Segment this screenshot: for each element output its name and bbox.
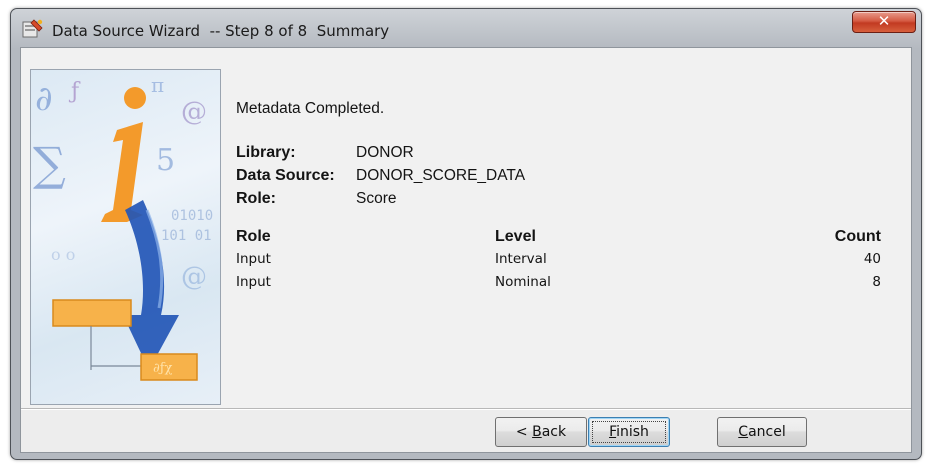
svg-text:π: π bbox=[151, 73, 164, 97]
svg-text:01010: 01010 bbox=[171, 208, 213, 224]
wizard-window: Data Source Wizard -- Step 8 of 8 Summar… bbox=[10, 8, 922, 460]
library-label: Library: bbox=[236, 144, 296, 161]
svg-text:@: @ bbox=[181, 97, 207, 127]
svg-text:@: @ bbox=[181, 262, 207, 292]
role-label: Role: bbox=[236, 190, 276, 207]
wizard-client-area: ∂ ƒ π @ ∑ 5 01010 101 01 @ o o ∂ƒχ Metad… bbox=[20, 47, 912, 453]
row-role: Input bbox=[236, 251, 271, 267]
cancel-button-mnemonic: C bbox=[738, 424, 749, 440]
svg-text:ƒ: ƒ bbox=[68, 79, 81, 104]
cancel-button-label: ancel bbox=[748, 424, 786, 440]
back-button-mnemonic: B bbox=[532, 424, 542, 440]
svg-text:∑: ∑ bbox=[33, 137, 66, 191]
role-value: Score bbox=[356, 190, 397, 207]
info-arrow-illustration: ∂ ƒ π @ ∑ 5 01010 101 01 @ o o ∂ƒχ bbox=[30, 69, 221, 405]
svg-text:∂: ∂ bbox=[35, 79, 53, 119]
back-button-prefix: < bbox=[515, 424, 533, 440]
data-source-value: DONOR_SCORE_DATA bbox=[356, 167, 526, 184]
summary-panel: ∂ ƒ π @ ∑ 5 01010 101 01 @ o o ∂ƒχ Metad… bbox=[21, 48, 911, 408]
svg-text:o o: o o bbox=[51, 245, 75, 264]
finish-button-label: inish bbox=[616, 424, 649, 440]
back-button-label: ack bbox=[541, 424, 567, 440]
row-count: 8 bbox=[872, 274, 881, 290]
info-arrow-graphic: ∂ ƒ π @ ∑ 5 01010 101 01 @ o o ∂ƒχ bbox=[33, 73, 213, 381]
row-role: Input bbox=[236, 274, 271, 290]
close-button[interactable]: ✕ bbox=[852, 11, 916, 33]
svg-text:101 01: 101 01 bbox=[161, 228, 212, 244]
button-bar: < Back Finish Cancel bbox=[21, 410, 911, 452]
data-source-label: Data Source: bbox=[236, 167, 335, 184]
status-message: Metadata Completed. bbox=[236, 100, 385, 117]
library-value: DONOR bbox=[356, 144, 414, 161]
column-header-role: Role bbox=[236, 228, 271, 245]
svg-text:∂ƒχ: ∂ƒχ bbox=[153, 361, 173, 376]
svg-text:5: 5 bbox=[156, 143, 175, 178]
title-bar[interactable]: Data Source Wizard -- Step 8 of 8 Summar… bbox=[11, 9, 921, 45]
window-title: Data Source Wizard -- Step 8 of 8 Summar… bbox=[52, 22, 390, 40]
row-level: Interval bbox=[495, 251, 547, 267]
back-button[interactable]: < Back bbox=[495, 417, 587, 447]
row-count: 40 bbox=[863, 251, 881, 267]
finish-button[interactable]: Finish bbox=[588, 417, 670, 447]
column-header-count: Count bbox=[834, 228, 881, 245]
row-level: Nominal bbox=[495, 274, 551, 290]
column-header-level: Level bbox=[495, 228, 536, 245]
cancel-button[interactable]: Cancel bbox=[717, 417, 807, 447]
close-icon: ✕ bbox=[877, 12, 891, 30]
wizard-app-icon bbox=[22, 19, 43, 38]
